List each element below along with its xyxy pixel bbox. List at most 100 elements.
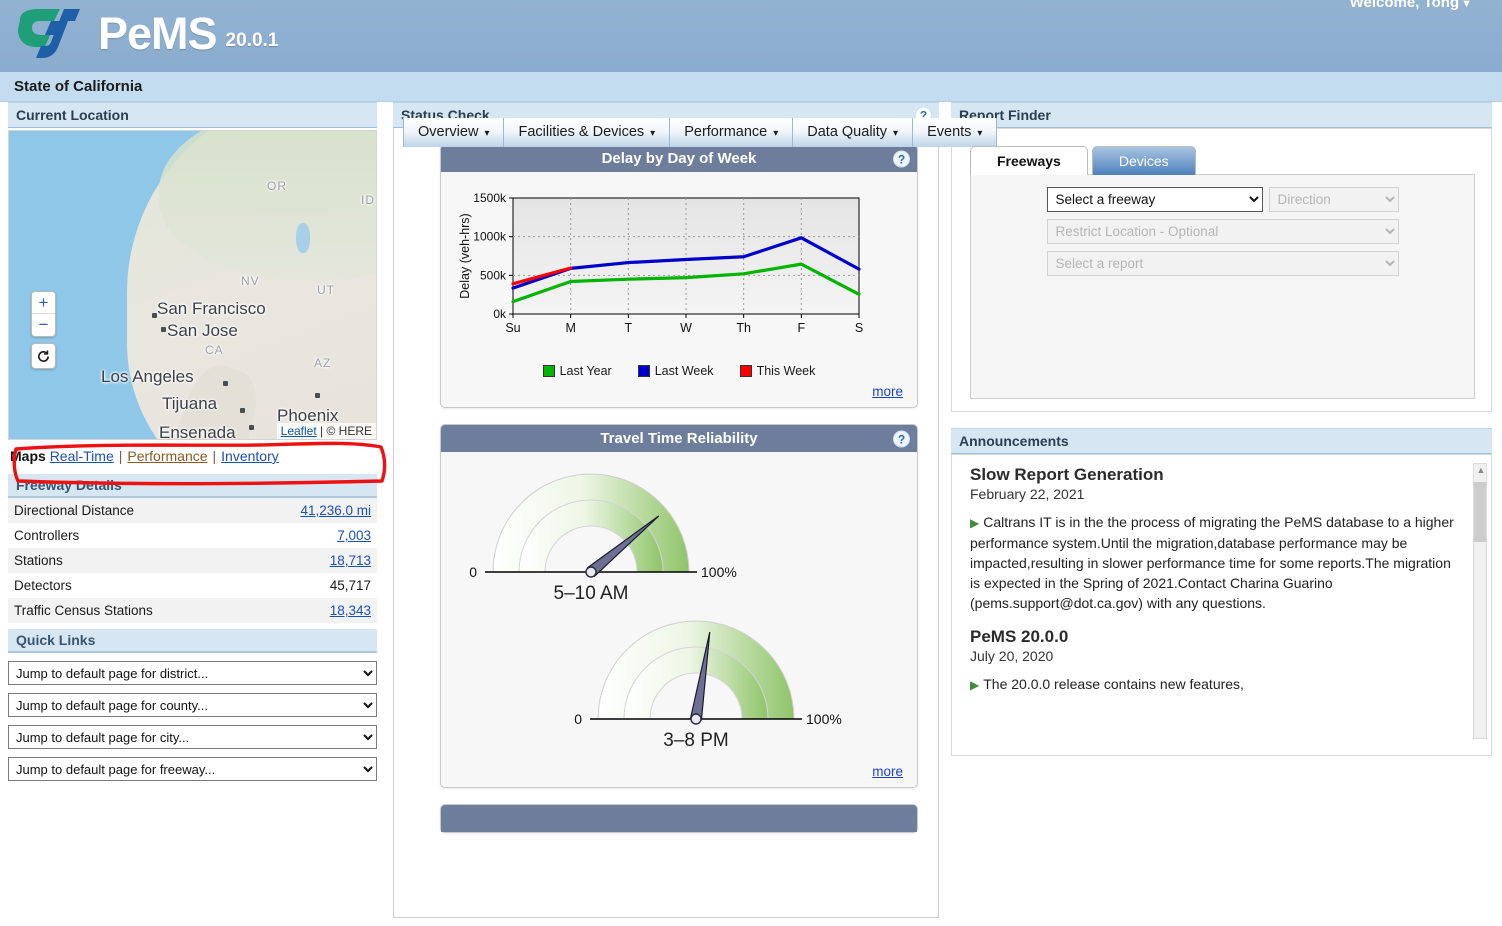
detail-value[interactable]: 7,003 [246,523,377,548]
legend-label: Last Week [654,364,714,378]
map-reset-button[interactable] [31,343,56,369]
zoom-out-button[interactable]: − [32,314,55,336]
detail-value[interactable]: 18,713 [246,548,377,573]
nav-item-events[interactable]: Events ▾ [913,118,998,147]
ttr-more-link[interactable]: more [872,764,903,779]
detail-value-link[interactable]: 18,343 [330,603,371,618]
map-zoom-control[interactable]: + − [31,291,56,337]
logo-and-title: PeMS 20.0.1 [14,6,278,62]
table-row: Stations 18,713 [8,548,377,573]
delay-widget-help-icon[interactable]: ? [893,150,910,167]
detail-value[interactable]: 41,236.0 mi [246,498,377,523]
quick-link-select-1[interactable]: Jump to default page for county... [8,693,377,717]
zoom-in-button[interactable]: + [32,292,55,314]
svg-text:1500k: 1500k [473,191,507,205]
location-map[interactable]: OR ID NV UT CA AZ San Francisco San Jose Los Ang… [8,130,377,440]
svg-text:0k: 0k [493,307,507,321]
bullet-triangle-icon: ▶ [970,516,980,530]
here-attribution: © HERE [326,424,372,438]
ttr-widget-help-icon[interactable]: ? [893,430,910,447]
next-widget-partial [440,804,918,833]
chevron-down-icon: ▾ [484,128,490,139]
select-freeway[interactable]: Select a freeway [1046,187,1263,212]
nav-item-data-quality[interactable]: Data Quality ▾ [793,118,914,147]
nav-item-label: Events [927,124,972,140]
travel-time-reliability-widget: Travel Time Reliability ? 0 100% 5–10 AM 0… [440,424,918,788]
tab-freeways[interactable]: Freeways [970,146,1088,175]
announcement-item: PeMS 20.0.0 July 20, 2020 ▶ The 20.0.0 rele… [970,627,1463,695]
select-direction[interactable]: Direction [1268,187,1399,212]
map-label: Los Angeles [101,367,194,386]
tab-devices[interactable]: Devices [1091,146,1196,175]
chevron-down-icon: ▾ [650,128,656,139]
detail-value: 45,717 [329,578,371,593]
select-restrict-location[interactable]: Restrict Location - Optional [1046,219,1399,244]
detail-label: Controllers [14,528,80,543]
map-label: UT [317,283,335,297]
reset-circular-arrow-icon [38,350,49,362]
delay-line-chart-svg: 0k 500k 1000k 1500k Su M T W Th F S Delay (veh-hrs) [458,191,863,335]
detail-label: Detectors [14,578,72,593]
detail-value-link[interactable]: 41,236.0 mi [300,503,371,518]
detail-value[interactable]: 18,343 [246,598,377,623]
status-check-card: Delay by Day of Week ? 0k 500k 1000k 1500k S… [393,128,939,918]
current-location-title: Current Location [8,102,377,128]
chart-legend: Last Year Last Week This Week [451,364,907,378]
nav-item-label: Facilities & Devices [518,124,645,140]
map-city-dot [152,313,157,318]
announcements-scrollbar[interactable]: ▲ [1473,463,1487,739]
scroll-up-arrow-icon[interactable]: ▲ [1475,465,1487,475]
maps-links-row: Maps Real-Time | Performance | Inventory [8,440,387,486]
report-finder-form: Select a freeway Direction Restrict Loca… [970,174,1475,399]
delay-widget-title: Delay by Day of Week [601,150,757,167]
svg-text:Delay (veh-hrs): Delay (veh-hrs) [458,213,472,298]
scrollbar-thumb[interactable] [1474,482,1486,542]
delay-widget-header: Delay by Day of Week ? [441,145,917,172]
quick-link-select-2[interactable]: Jump to default page for city... [8,725,377,749]
chevron-down-icon: ▾ [893,128,899,139]
svg-text:Th: Th [736,321,751,335]
detail-value-link[interactable]: 18,713 [330,553,371,568]
nav-item-label: Performance [684,124,768,140]
report-finder-card: Freeways Devices Select a freeway Directi… [951,128,1492,412]
leaflet-link[interactable]: Leaflet [281,424,317,438]
state-label: State of California [14,78,143,95]
gauge-5-10-am: 0 100% 5–10 AM [469,473,737,604]
select-report[interactable]: Select a report [1046,251,1399,276]
table-row: Controllers 7,003 [8,523,377,548]
map-city-dot [223,381,228,386]
svg-text:100%: 100% [701,564,737,580]
nav-item-label: Data Quality [807,124,888,140]
detail-value-link[interactable]: 7,003 [337,528,371,543]
quick-links-title: Quick Links [8,629,377,653]
ttr-more-link-wrap: more [441,760,917,787]
welcome-user-menu[interactable]: Welcome, Tong ▼ [1350,0,1472,11]
bullet-triangle-icon: ▶ [970,678,980,692]
detail-label: Stations [14,553,63,568]
svg-text:3–8 PM: 3–8 PM [663,730,728,751]
sidebar: Current Location OR ID NV UT CA AZ San Francis… [0,102,387,926]
chevron-down-icon: ▼ [1461,0,1472,10]
map-link-real-time[interactable]: Real-Time [50,448,114,464]
announcement-heading: Slow Report Generation [970,465,1164,484]
right-column: Report Finder Freeways Devices Select a f… [939,102,1492,926]
svg-text:1000k: 1000k [473,230,507,244]
quick-link-select-3[interactable]: Jump to default page for freeway... [8,757,377,781]
legend-swatch [542,365,555,377]
map-link-inventory[interactable]: Inventory [221,448,279,464]
detail-label: Directional Distance [14,503,135,518]
report-finder-body: Freeways Devices Select a freeway Directi… [952,129,1491,411]
nav-item-overview[interactable]: Overview ▾ [403,118,505,147]
freeway-direction-row: Select a freeway Direction [1046,187,1399,212]
nav-item-facilities-devices[interactable]: Facilities & Devices ▾ [504,118,671,147]
page-title: PeMS [98,8,218,59]
svg-text:5–10 AM: 5–10 AM [554,583,629,604]
legend-swatch [739,365,752,377]
map-link-performance[interactable]: Performance [127,448,207,464]
nav-item-performance[interactable]: Performance ▾ [670,118,794,147]
svg-text:F: F [798,321,806,335]
delay-by-day-widget: Delay by Day of Week ? 0k 500k 1000k 1500k S… [440,144,918,408]
quick-link-select-0[interactable]: Jump to default page for district... [8,661,377,685]
delay-more-link[interactable]: more [872,384,903,399]
freeway-details-table: Directional Distance 41,236.0 mi Controlle… [8,498,377,623]
